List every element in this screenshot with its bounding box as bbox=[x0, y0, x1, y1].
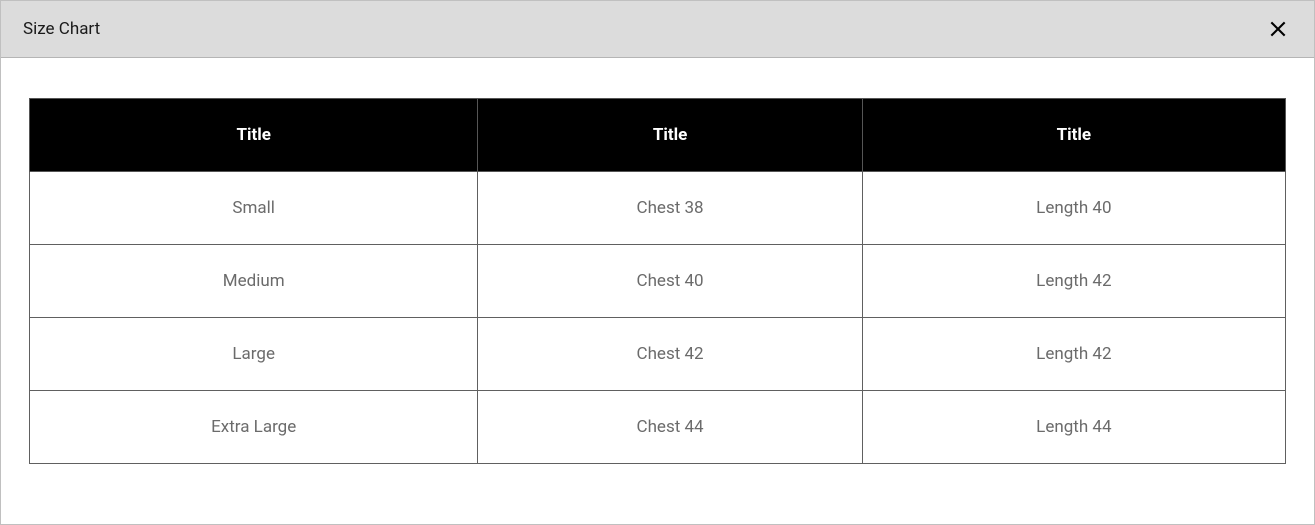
table-cell: Chest 38 bbox=[478, 172, 862, 245]
table-cell: Length 42 bbox=[862, 318, 1285, 391]
close-button[interactable] bbox=[1264, 15, 1292, 43]
table-cell: Small bbox=[30, 172, 478, 245]
table-header: Title bbox=[478, 99, 862, 172]
table-cell: Chest 44 bbox=[478, 391, 862, 464]
table-cell: Large bbox=[30, 318, 478, 391]
table-row: Small Chest 38 Length 40 bbox=[30, 172, 1286, 245]
modal-title: Size Chart bbox=[23, 19, 100, 39]
table-cell: Length 44 bbox=[862, 391, 1285, 464]
table-row: Medium Chest 40 Length 42 bbox=[30, 245, 1286, 318]
table-header: Title bbox=[862, 99, 1285, 172]
table-cell: Length 42 bbox=[862, 245, 1285, 318]
table-cell: Chest 40 bbox=[478, 245, 862, 318]
table-row: Large Chest 42 Length 42 bbox=[30, 318, 1286, 391]
table-header-row: Title Title Title bbox=[30, 99, 1286, 172]
close-icon bbox=[1268, 19, 1288, 39]
table-cell: Medium bbox=[30, 245, 478, 318]
table-cell: Extra Large bbox=[30, 391, 478, 464]
table-header: Title bbox=[30, 99, 478, 172]
table-cell: Chest 42 bbox=[478, 318, 862, 391]
table-cell: Length 40 bbox=[862, 172, 1285, 245]
table-row: Extra Large Chest 44 Length 44 bbox=[30, 391, 1286, 464]
modal-header: Size Chart bbox=[1, 1, 1314, 58]
size-chart-table: Title Title Title Small Chest 38 Length … bbox=[29, 98, 1286, 464]
modal-body: Title Title Title Small Chest 38 Length … bbox=[1, 58, 1314, 524]
size-chart-modal: Size Chart Title Title Title Small Chest… bbox=[0, 0, 1315, 525]
